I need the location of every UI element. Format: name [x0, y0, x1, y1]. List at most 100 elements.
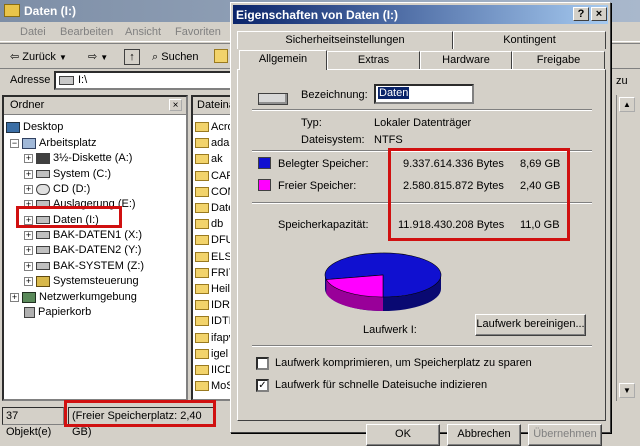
collapse-icon[interactable]: −	[10, 138, 19, 148]
filesystem-label: Dateisystem:	[301, 134, 365, 146]
back-button[interactable]: ⇦ Zurück ▼	[10, 49, 67, 65]
help-button[interactable]: ?	[573, 7, 589, 21]
file-list-item[interactable]: igel	[195, 346, 228, 362]
folder-icon	[195, 235, 209, 246]
properties-dialog: Eigenschaften von Daten (I:) ? × Sicherh…	[230, 2, 611, 446]
compress-label[interactable]: Laufwerk komprimieren, um Speicherplatz …	[275, 357, 532, 369]
expand-icon[interactable]: +	[24, 169, 33, 179]
tree-label: Auslagerung (E:)	[53, 198, 136, 210]
tab-hardware[interactable]: Hardware	[420, 51, 512, 69]
tree-item-system[interactable]: + System (C:)	[24, 166, 111, 182]
expand-icon[interactable]: +	[10, 292, 19, 302]
folders-header: Ordner ×	[4, 97, 186, 115]
cancel-button[interactable]: Abbrechen	[447, 424, 521, 446]
tree-label: BAK-SYSTEM (Z:)	[53, 260, 145, 272]
file-list-item[interactable]: ELS	[195, 249, 232, 265]
file-list-item[interactable]: IDRI	[195, 297, 233, 313]
drive-letter-label: Laufwerk I:	[363, 324, 417, 336]
tree-item-auslagerung[interactable]: + Auslagerung (E:)	[24, 196, 136, 212]
tab-sicherheitseinstellungen[interactable]: Sicherheitseinstellungen	[237, 31, 453, 49]
compress-checkbox[interactable]	[256, 357, 269, 370]
tree-item-systemsteuerung[interactable]: + Systemsteuerung	[24, 273, 139, 289]
folder-icon	[195, 381, 209, 392]
tree-item-papierkorb[interactable]: Papierkorb	[24, 304, 91, 320]
file-list-item[interactable]: IICD	[195, 362, 233, 378]
tree-item-bak-daten2[interactable]: + BAK-DATEN2 (Y:)	[24, 242, 141, 258]
tree-item-daten[interactable]: + Daten (I:)	[24, 212, 99, 228]
tree-item-bak-daten1[interactable]: + BAK-DATEN1 (X:)	[24, 227, 142, 243]
menu-favoriten[interactable]: Favoriten	[175, 26, 221, 38]
file-list-item[interactable]: CAR	[195, 168, 234, 184]
forward-button[interactable]: ⇨ ▼	[88, 49, 108, 65]
folder-icon	[195, 300, 209, 311]
expand-icon[interactable]: +	[24, 215, 33, 225]
tree-item-arbeitsplatz[interactable]: − Arbeitsplatz	[10, 135, 96, 151]
file-list-item[interactable]: adak	[195, 135, 235, 151]
folders-header-label: Ordner	[10, 99, 45, 111]
network-icon	[22, 291, 36, 303]
tab-extras[interactable]: Extras	[327, 51, 420, 69]
tree-item-diskette[interactable]: +3½-Diskette (A:)	[24, 150, 132, 166]
address-field[interactable]: I:\	[54, 71, 234, 90]
expand-icon[interactable]: +	[24, 153, 33, 163]
folder-icon	[195, 348, 209, 359]
index-checkbox[interactable]: ✓	[256, 379, 269, 392]
search-button[interactable]: ⌕ Suchen	[152, 49, 199, 65]
file-list-item[interactable]: MoS	[195, 378, 234, 394]
ok-button[interactable]: OK	[366, 424, 440, 446]
tree-label: Papierkorb	[38, 306, 92, 318]
tree-label: Desktop	[23, 121, 64, 133]
dialog-titlebar[interactable]: Eigenschaften von Daten (I:) ? ×	[233, 5, 608, 24]
folder-tree-pane: Ordner × Desktop − Arbeitsplatz +3½-Diske…	[2, 95, 188, 401]
forward-arrow-icon: ⇨	[88, 51, 98, 63]
tree-label: CD (D:)	[53, 183, 91, 195]
free-space-gb: 2,40 GB	[520, 180, 561, 192]
folders-button[interactable]	[214, 49, 228, 63]
file-name: db	[211, 218, 224, 231]
search-icon: ⌕	[152, 51, 159, 63]
menu-bearbeiten[interactable]: Bearbeiten	[60, 26, 113, 38]
file-list-item[interactable]: ifapv	[195, 330, 234, 346]
file-list-item[interactable]: Acro	[195, 119, 234, 135]
expand-icon[interactable]: +	[24, 230, 33, 240]
close-button[interactable]: ×	[591, 7, 607, 21]
drive-icon	[59, 76, 74, 85]
folder-icon	[195, 365, 209, 376]
tree-label: Daten (I:)	[53, 214, 99, 226]
file-list-item[interactable]: ak	[195, 151, 223, 167]
file-list-item[interactable]: Date	[195, 200, 234, 216]
volume-name-input[interactable]: Daten	[374, 84, 474, 104]
explorer-title: Daten (I:)	[24, 4, 76, 18]
drive-icon	[36, 170, 50, 179]
chevron-down-icon: ▼	[100, 53, 109, 62]
expand-icon[interactable]: +	[24, 245, 33, 255]
menu-datei[interactable]: Datei	[20, 26, 46, 38]
expand-icon[interactable]: +	[24, 261, 33, 271]
disk-cleanup-button[interactable]: Laufwerk bereinigen...	[475, 314, 586, 336]
tree-item-cd[interactable]: + CD (D:)	[24, 181, 90, 197]
tree-item-netzwerkumgebung[interactable]: + Netzwerkumgebung	[10, 289, 137, 305]
index-label[interactable]: Laufwerk für schnelle Dateisuche indizie…	[275, 379, 487, 391]
tree-label: System (C:)	[53, 168, 112, 180]
scroll-down-icon[interactable]: ▼	[619, 383, 635, 398]
tree-item-desktop[interactable]: Desktop	[6, 119, 63, 135]
expand-icon[interactable]: +	[24, 184, 33, 194]
search-label: Suchen	[161, 51, 199, 63]
hard-drive-icon	[258, 93, 288, 105]
tab-kontingent[interactable]: Kontingent	[453, 31, 606, 49]
expand-icon[interactable]: +	[24, 199, 33, 209]
status-free-space: (Freier Speicherplatz: 2,40 GB)	[68, 407, 216, 438]
up-folder-button[interactable]: ↑	[124, 49, 140, 65]
scroll-up-icon[interactable]: ▲	[619, 97, 635, 112]
close-icon[interactable]: ×	[169, 99, 182, 111]
file-name: ELS	[211, 250, 232, 263]
file-list-item[interactable]: db	[195, 216, 223, 232]
tab-freigabe[interactable]: Freigabe	[512, 51, 605, 69]
menu-ansicht[interactable]: Ansicht	[125, 26, 161, 38]
tab-allgemein[interactable]: Allgemein	[239, 50, 327, 70]
apply-button[interactable]: Übernehmen	[528, 424, 602, 446]
tree-item-bak-system[interactable]: + BAK-SYSTEM (Z:)	[24, 258, 144, 274]
expand-icon[interactable]: +	[24, 276, 33, 286]
folder-icon	[195, 267, 209, 278]
folder-icon	[4, 4, 20, 17]
